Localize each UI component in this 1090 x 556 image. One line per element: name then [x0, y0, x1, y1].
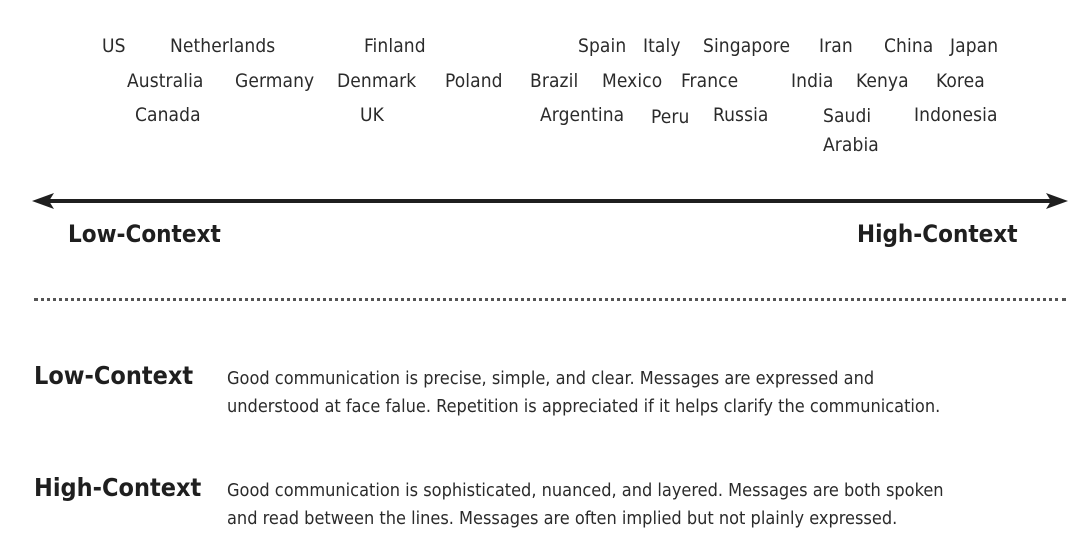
country-korea: Korea: [936, 70, 985, 92]
country-saudi-arabia-line2: Arabia: [823, 134, 879, 156]
country-finland: Finland: [364, 35, 426, 57]
country-spain: Spain: [578, 35, 627, 57]
country-indonesia: Indonesia: [914, 104, 998, 126]
country-denmark: Denmark: [337, 70, 417, 92]
country-mexico: Mexico: [602, 70, 663, 92]
high-context-description-line1: Good communication is sophisticated, nua…: [227, 480, 944, 501]
country-france: France: [681, 70, 739, 92]
country-japan: Japan: [950, 35, 999, 57]
country-italy: Italy: [643, 35, 681, 57]
dotted-divider: [34, 298, 1066, 301]
country-kenya: Kenya: [856, 70, 909, 92]
country-argentina: Argentina: [540, 104, 625, 126]
high-context-description: Good communication is sophisticated, nua…: [227, 477, 944, 533]
country-china: China: [884, 35, 934, 57]
country-saudi-arabia-line1: Saudi: [823, 105, 872, 127]
low-context-term: Low-Context: [34, 361, 194, 390]
country-netherlands: Netherlands: [170, 35, 276, 57]
high-context-pole-label: High-Context: [857, 220, 1018, 248]
low-context-description-line2: understood at face falue. Repetition is …: [227, 396, 941, 417]
culture-map-diagram: US Netherlands Finland Spain Italy Singa…: [0, 0, 1090, 556]
high-context-term: High-Context: [34, 473, 202, 502]
country-canada: Canada: [135, 104, 201, 126]
country-uk: UK: [360, 104, 384, 126]
country-brazil: Brazil: [530, 70, 579, 92]
country-saudi-arabia: Saudi Arabia: [823, 102, 879, 160]
country-peru: Peru: [651, 106, 690, 128]
high-context-description-line2: and read between the lines. Messages are…: [227, 508, 898, 529]
low-context-description-line1: Good communication is precise, simple, a…: [227, 368, 875, 389]
low-context-description: Good communication is precise, simple, a…: [227, 365, 940, 421]
country-poland: Poland: [445, 70, 503, 92]
country-russia: Russia: [713, 104, 769, 126]
country-germany: Germany: [235, 70, 315, 92]
country-iran: Iran: [819, 35, 853, 57]
low-context-pole-label: Low-Context: [68, 220, 221, 248]
country-australia: Australia: [127, 70, 204, 92]
context-scale-arrow: [32, 193, 1068, 209]
country-us: US: [102, 35, 126, 57]
country-india: India: [791, 70, 834, 92]
country-singapore: Singapore: [703, 35, 791, 57]
